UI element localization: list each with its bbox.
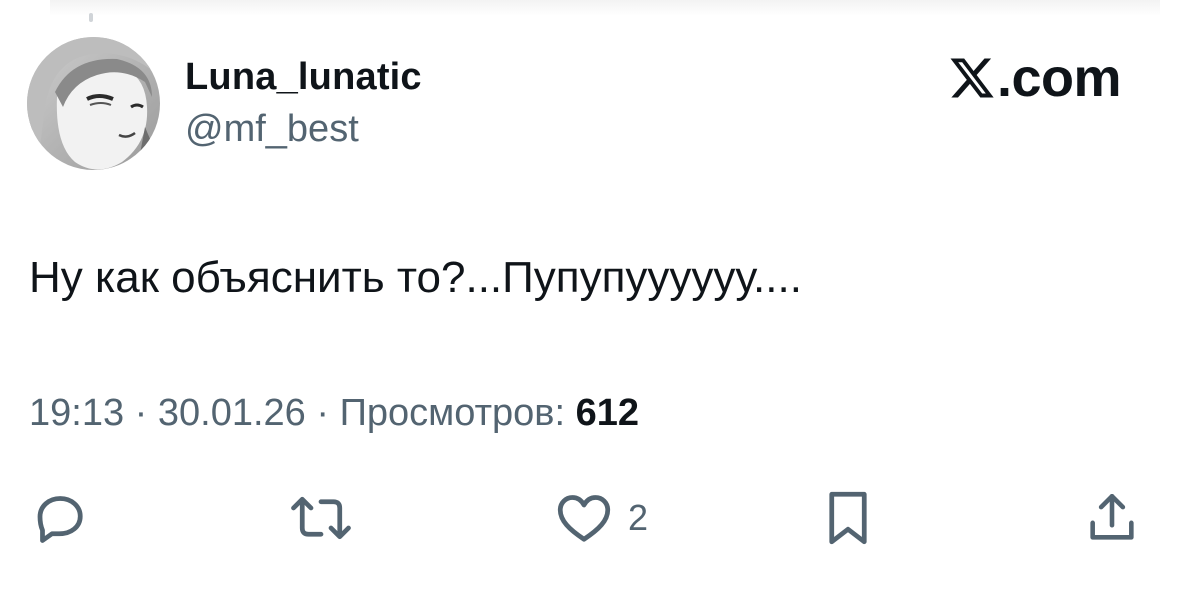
- heart-icon: [554, 488, 614, 548]
- reply-icon: [30, 488, 90, 548]
- tweet-date[interactable]: 30.01.26: [158, 392, 306, 434]
- views-count: 612: [575, 392, 639, 434]
- bookmark-icon: [820, 488, 876, 548]
- brand-text: .com: [996, 48, 1122, 108]
- share-icon: [1083, 488, 1141, 548]
- avatar[interactable]: [27, 37, 160, 170]
- meta-separator: ·: [305, 392, 340, 434]
- share-button[interactable]: [1083, 488, 1141, 548]
- tweet-text: Ну как объяснить то?...Пупупуууууу....: [29, 253, 802, 302]
- tweet-meta: 19:13 · 30.01.26 · Просмотров: 612: [29, 392, 639, 435]
- top-bar-edge: [50, 0, 1160, 16]
- brand-logo: .com: [948, 48, 1122, 108]
- views-label: Просмотров:: [339, 392, 565, 434]
- retweet-icon: [288, 488, 354, 548]
- x-logo-icon: [948, 54, 996, 102]
- like-count: 2: [628, 497, 649, 538]
- tweet-time[interactable]: 19:13: [29, 392, 124, 434]
- top-bar-marker: [89, 13, 93, 22]
- like-button[interactable]: 2: [554, 488, 648, 548]
- retweet-button[interactable]: [288, 488, 354, 548]
- bookmark-button[interactable]: [820, 488, 876, 548]
- display-name[interactable]: Luna_lunatic: [185, 56, 422, 99]
- meta-separator: ·: [124, 392, 158, 434]
- user-handle[interactable]: @mf_best: [185, 108, 359, 151]
- reply-button[interactable]: [30, 488, 90, 548]
